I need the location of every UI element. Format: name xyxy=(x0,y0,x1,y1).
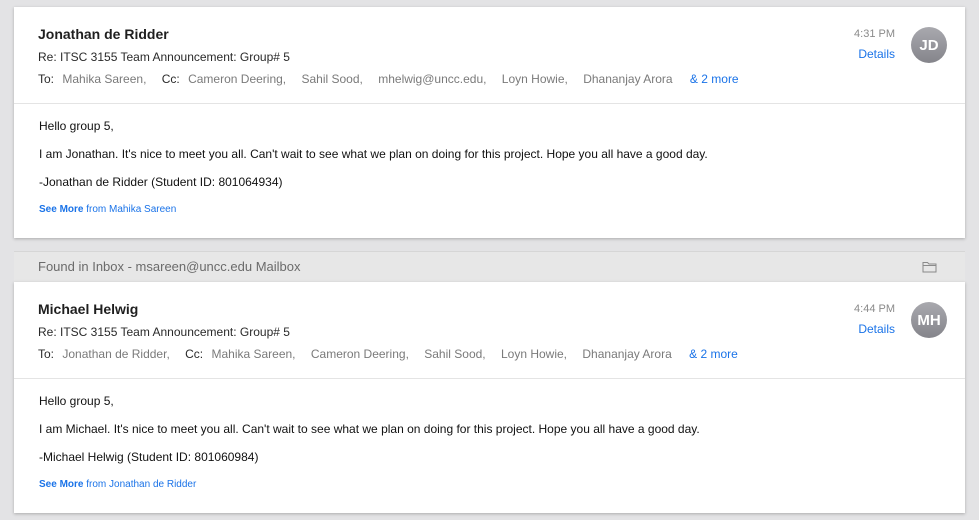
found-in-mailbox-bar: Found in Inbox - msareen@uncc.edu Mailbo… xyxy=(14,251,965,282)
details-link[interactable]: Details xyxy=(858,322,895,336)
sender-name[interactable]: Jonathan de Ridder xyxy=(38,26,169,42)
recipient[interactable]: Dhananjay Arora xyxy=(583,72,672,86)
details-link[interactable]: Details xyxy=(858,47,895,61)
recipient[interactable]: Mahika Sareen, xyxy=(211,347,295,361)
message-body: Hello group 5, I am Michael. It's nice t… xyxy=(14,379,965,490)
message-body: Hello group 5, I am Jonathan. It's nice … xyxy=(14,104,965,215)
recipients-line: To: Mahika Sareen, Cc: Cameron Deering, … xyxy=(38,72,739,86)
sender-name[interactable]: Michael Helwig xyxy=(38,301,138,317)
recipient[interactable]: Loyn Howie, xyxy=(501,347,567,361)
body-line: I am Jonathan. It's nice to meet you all… xyxy=(39,147,708,161)
cc-label: Cc: xyxy=(161,72,180,86)
more-recipients-link[interactable]: & 2 more xyxy=(689,347,738,361)
subject-line: Re: ITSC 3155 Team Announcement: Group# … xyxy=(38,50,290,64)
found-in-text: Found in Inbox - msareen@uncc.edu Mailbo… xyxy=(38,259,301,274)
recipient[interactable]: Sahil Sood, xyxy=(424,347,485,361)
avatar: MH xyxy=(911,302,947,338)
recipient[interactable]: Loyn Howie, xyxy=(502,72,568,86)
body-line: -Jonathan de Ridder (Student ID: 8010649… xyxy=(39,175,283,189)
recipient[interactable]: Sahil Sood, xyxy=(301,72,362,86)
body-line: Hello group 5, xyxy=(39,119,114,133)
body-line: -Michael Helwig (Student ID: 801060984) xyxy=(39,450,259,464)
subject-line: Re: ITSC 3155 Team Announcement: Group# … xyxy=(38,325,290,339)
recipients-line: To: Jonathan de Ridder, Cc: Mahika Saree… xyxy=(38,347,738,361)
to-label: To: xyxy=(38,347,55,361)
recipient[interactable]: Cameron Deering, xyxy=(188,72,286,86)
message-card: Jonathan de Ridder Re: ITSC 3155 Team An… xyxy=(14,7,965,238)
see-more-link[interactable]: See More from Mahika Sareen xyxy=(39,204,940,215)
folder-icon[interactable] xyxy=(922,260,937,273)
message-time: 4:44 PM xyxy=(854,303,895,315)
cc-label: Cc: xyxy=(185,347,204,361)
body-line: I am Michael. It's nice to meet you all.… xyxy=(39,422,700,436)
message-card: Michael Helwig Re: ITSC 3155 Team Announ… xyxy=(14,282,965,513)
recipient[interactable]: Cameron Deering, xyxy=(311,347,409,361)
to-label: To: xyxy=(38,72,55,86)
avatar: JD xyxy=(911,27,947,63)
see-more-source[interactable]: from Jonathan de Ridder xyxy=(86,479,196,490)
see-more-link[interactable]: See More from Jonathan de Ridder xyxy=(39,479,940,490)
see-more-label[interactable]: See More xyxy=(39,204,83,215)
more-recipients-link[interactable]: & 2 more xyxy=(690,72,739,86)
message-time: 4:31 PM xyxy=(854,28,895,40)
recipient[interactable]: mhelwig@uncc.edu, xyxy=(378,72,486,86)
see-more-source[interactable]: from Mahika Sareen xyxy=(86,204,176,215)
message-header: Jonathan de Ridder Re: ITSC 3155 Team An… xyxy=(14,7,965,104)
recipient[interactable]: Jonathan de Ridder, xyxy=(62,347,169,361)
recipient[interactable]: Dhananjay Arora xyxy=(582,347,671,361)
message-header: Michael Helwig Re: ITSC 3155 Team Announ… xyxy=(14,282,965,379)
see-more-label[interactable]: See More xyxy=(39,479,83,490)
body-line: Hello group 5, xyxy=(39,394,114,408)
recipient[interactable]: Mahika Sareen, xyxy=(62,72,146,86)
